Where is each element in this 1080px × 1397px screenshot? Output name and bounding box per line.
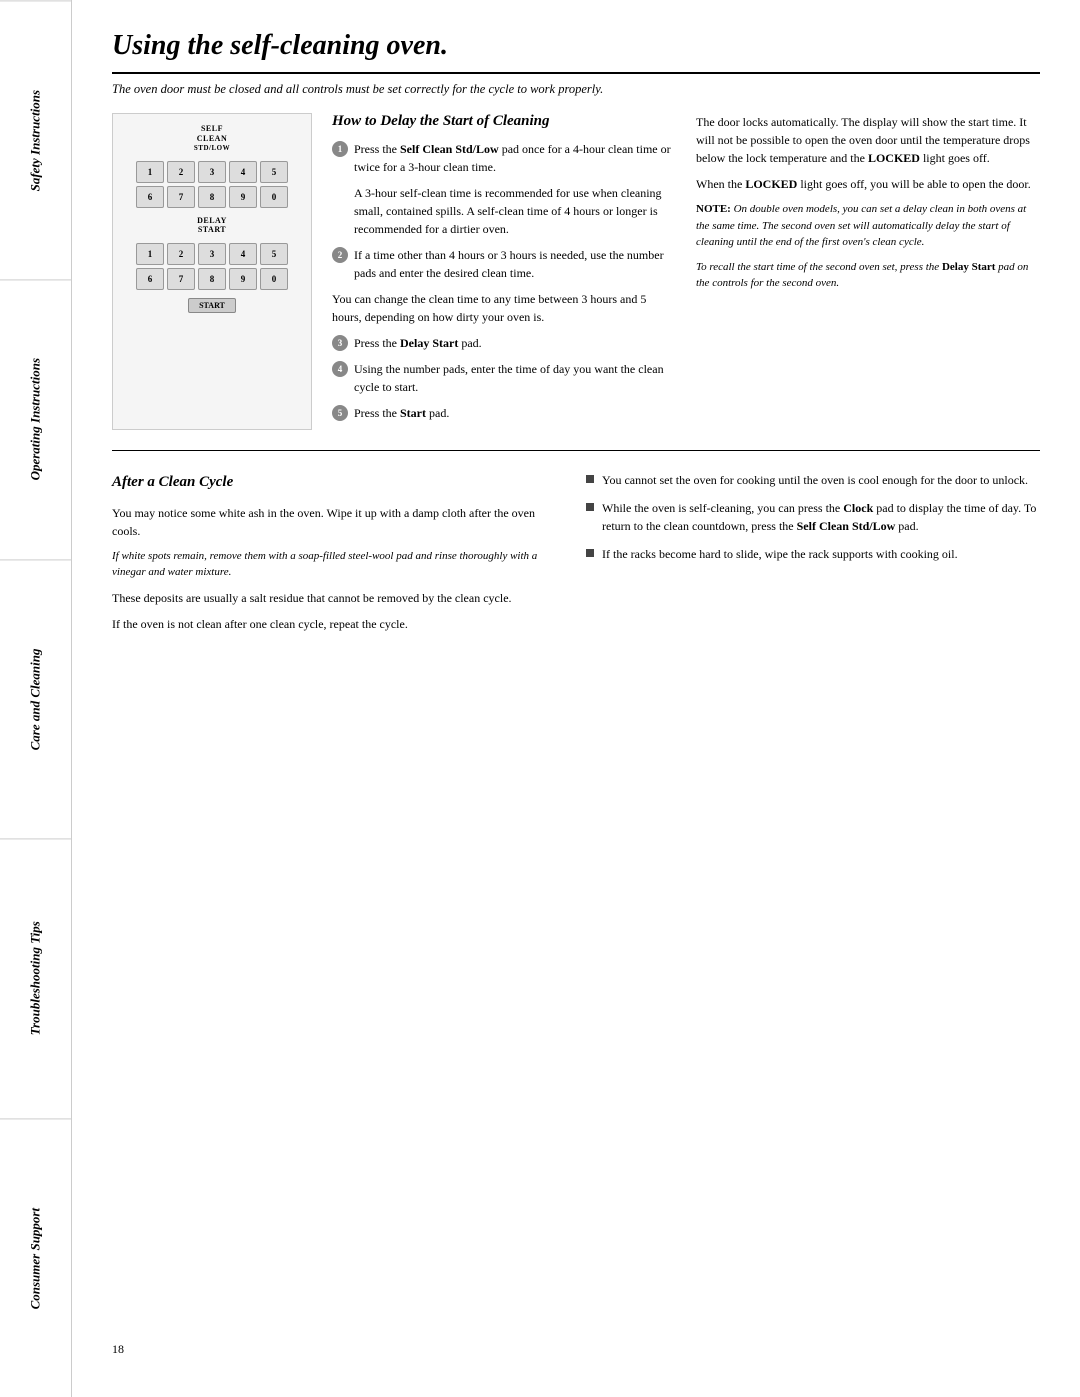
- sidebar-item-operating[interactable]: Operating Instructions: [0, 279, 71, 558]
- after-para1: You may notice some white ash in the ove…: [112, 504, 566, 540]
- key-3[interactable]: 3: [198, 161, 226, 183]
- bullet-item-3: If the racks become hard to slide, wipe …: [586, 545, 1040, 563]
- bullet-text-3: If the racks become hard to slide, wipe …: [602, 545, 958, 563]
- key-9b[interactable]: 9: [229, 268, 257, 290]
- oven-diagram: SelfCleanStd/Low 1 2 3 4 5 6 7 8 9 0 Del…: [112, 113, 312, 430]
- step-4-num: 4: [332, 361, 348, 377]
- delay-para1: You can change the clean time to any tim…: [332, 290, 676, 326]
- after-col-right: You cannot set the oven for cooking unti…: [586, 471, 1040, 641]
- key-8[interactable]: 8: [198, 186, 226, 208]
- right-para1: The door locks automatically. The displa…: [696, 113, 1040, 167]
- step-3: 3 Press the Delay Start pad.: [332, 334, 676, 352]
- key-5[interactable]: 5: [260, 161, 288, 183]
- diagram-label1: SelfCleanStd/Low: [194, 124, 230, 153]
- page-subtitle: The oven door must be closed and all con…: [112, 82, 1040, 97]
- key-1[interactable]: 1: [136, 161, 164, 183]
- instructions-area: How to Delay the Start of Cleaning 1 Pre…: [332, 113, 1040, 430]
- key-6b[interactable]: 6: [136, 268, 164, 290]
- key-8b[interactable]: 8: [198, 268, 226, 290]
- key-6[interactable]: 6: [136, 186, 164, 208]
- right-recall: To recall the start time of the second o…: [696, 259, 1040, 292]
- right-note: NOTE: On double oven models, you can set…: [696, 201, 1040, 251]
- step-5: 5 Press the Start pad.: [332, 404, 676, 422]
- keypad-bottom: 1 2 3 4 5 6 7 8 9 0: [136, 243, 288, 290]
- step-2: 2 If a time other than 4 hours or 3 hour…: [332, 246, 676, 282]
- right-para2: When the LOCKED light goes off, you will…: [696, 175, 1040, 193]
- key-5b[interactable]: 5: [260, 243, 288, 265]
- key-7b[interactable]: 7: [167, 268, 195, 290]
- key-3b[interactable]: 3: [198, 243, 226, 265]
- step-3-num: 3: [332, 335, 348, 351]
- bullet-icon-2: [586, 503, 594, 511]
- keypad-top: 1 2 3 4 5 6 7 8 9 0: [136, 161, 288, 208]
- start-button-diagram[interactable]: Start: [188, 298, 236, 313]
- after-para3: If the oven is not clean after one clean…: [112, 615, 566, 633]
- bullet-icon-1: [586, 475, 594, 483]
- step-1: 1 Press the Self Clean Std/Low pad once …: [332, 140, 676, 176]
- key-0[interactable]: 0: [260, 186, 288, 208]
- section-divider: [112, 450, 1040, 451]
- step-4-text: Using the number pads, enter the time of…: [354, 360, 676, 396]
- delay-section-title: How to Delay the Start of Cleaning: [332, 113, 676, 130]
- step-1-note: A 3-hour self-clean time is recommended …: [332, 184, 676, 238]
- step-2-text: If a time other than 4 hours or 3 hours …: [354, 246, 676, 282]
- right-col: The door locks automatically. The displa…: [696, 113, 1040, 430]
- after-para2: These deposits are usually a salt residu…: [112, 589, 566, 607]
- step-5-text: Press the Start pad.: [354, 404, 449, 422]
- top-section: SelfCleanStd/Low 1 2 3 4 5 6 7 8 9 0 Del…: [112, 113, 1040, 430]
- key-2[interactable]: 2: [167, 161, 195, 183]
- step-3-text: Press the Delay Start pad.: [354, 334, 482, 352]
- diagram-label2: DelayStart: [197, 216, 227, 235]
- sidebar-item-safety[interactable]: Safety Instructions: [0, 0, 71, 279]
- key-1b[interactable]: 1: [136, 243, 164, 265]
- step-1-text: Press the Self Clean Std/Low pad once fo…: [354, 140, 676, 176]
- sidebar-item-care[interactable]: Care and Cleaning: [0, 559, 71, 838]
- key-2b[interactable]: 2: [167, 243, 195, 265]
- main-content: Using the self-cleaning oven. The oven d…: [72, 0, 1080, 1397]
- bullet-item-1: You cannot set the oven for cooking unti…: [586, 471, 1040, 489]
- key-0b[interactable]: 0: [260, 268, 288, 290]
- sidebar-item-consumer[interactable]: Consumer Support: [0, 1118, 71, 1397]
- sidebar-item-troubleshooting[interactable]: Troubleshooting Tips: [0, 838, 71, 1117]
- after-col-left: After a Clean Cycle You may notice some …: [112, 471, 566, 641]
- step-1-num: 1: [332, 141, 348, 157]
- step-5-num: 5: [332, 405, 348, 421]
- bullet-text-1: You cannot set the oven for cooking unti…: [602, 471, 1028, 489]
- bullet-text-2: While the oven is self-cleaning, you can…: [602, 499, 1040, 535]
- key-9[interactable]: 9: [229, 186, 257, 208]
- page-number: 18: [112, 1322, 1040, 1357]
- sidebar: Safety Instructions Operating Instructio…: [0, 0, 72, 1397]
- after-section: After a Clean Cycle You may notice some …: [112, 471, 1040, 641]
- key-7[interactable]: 7: [167, 186, 195, 208]
- step-2-num: 2: [332, 247, 348, 263]
- bullet-icon-3: [586, 549, 594, 557]
- key-4b[interactable]: 4: [229, 243, 257, 265]
- delay-instructions-col: How to Delay the Start of Cleaning 1 Pre…: [332, 113, 676, 430]
- after-note-italic: If white spots remain, remove them with …: [112, 548, 566, 581]
- after-section-title: After a Clean Cycle: [112, 471, 566, 494]
- key-4[interactable]: 4: [229, 161, 257, 183]
- bullet-item-2: While the oven is self-cleaning, you can…: [586, 499, 1040, 535]
- page-title: Using the self-cleaning oven.: [112, 30, 1040, 74]
- step-4: 4 Using the number pads, enter the time …: [332, 360, 676, 396]
